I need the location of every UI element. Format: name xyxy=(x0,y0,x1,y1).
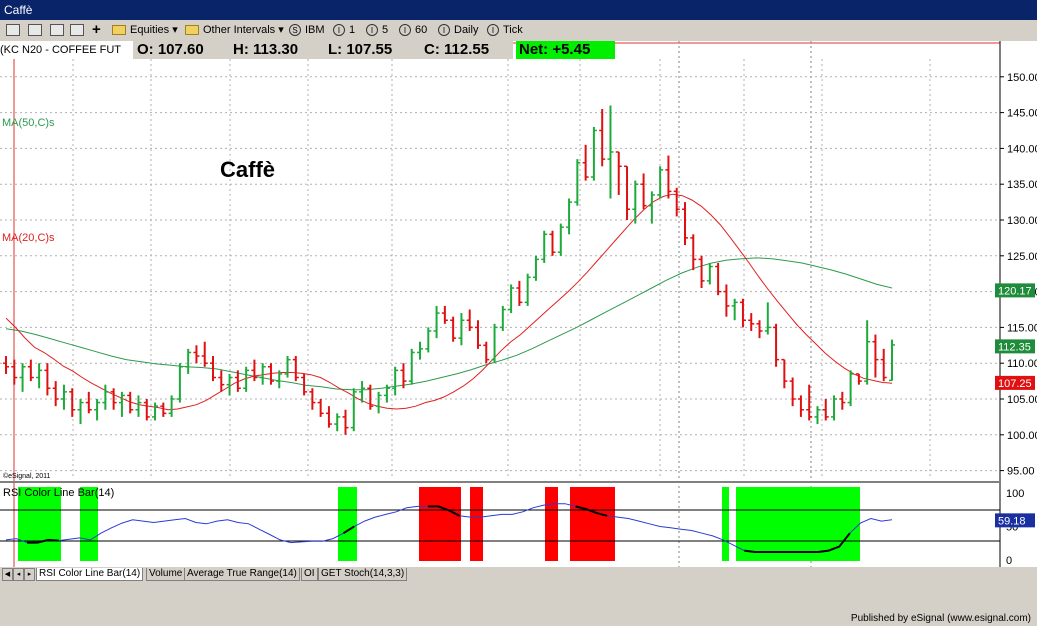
rsi-tick-label: 0 xyxy=(1006,555,1012,567)
tab-prev-button[interactable]: ◂ xyxy=(13,568,24,581)
folder-icon xyxy=(185,25,199,36)
interval-icon: I xyxy=(366,24,378,37)
add-icon[interactable]: + xyxy=(92,22,101,38)
price-tick-label: 110.00 xyxy=(1007,358,1037,370)
symbol-label: (KC N20 - COFFEE FUT xyxy=(0,41,133,59)
rsi-tick-label: 100 xyxy=(1006,488,1024,500)
price-tag-label: 120.17 xyxy=(998,285,1032,297)
price-tick-label: 105.00 xyxy=(1007,394,1037,406)
interval-icon: I xyxy=(333,24,345,37)
watermark-title: Caffè xyxy=(220,157,275,182)
new-chart-icon[interactable] xyxy=(28,22,42,38)
price-tick-label: 140.00 xyxy=(1007,143,1037,155)
rsi-tag-label: 59.18 xyxy=(998,515,1026,527)
tab-rsi[interactable]: RSI Color Line Bar(14) xyxy=(36,568,144,581)
rsi-color-block xyxy=(736,487,860,561)
status-text: Published by eSignal (www.esignal.com) xyxy=(850,613,1031,624)
rsi-color-block xyxy=(419,487,461,561)
folder-icon xyxy=(112,25,126,36)
price-tick-label: 115.00 xyxy=(1007,322,1037,334)
price-tick-label: 150.00 xyxy=(1007,72,1037,84)
toolbar: + Equities ▾ Other Intervals ▾ S IBM I1 I… xyxy=(0,20,1037,42)
equities-dropdown[interactable]: Equities ▾ xyxy=(112,22,178,38)
rsi-color-block xyxy=(470,487,483,561)
open-value: O: 107.60 xyxy=(137,41,204,58)
interval-5-button[interactable]: I5 xyxy=(366,22,388,38)
ma50-label: MA(50,C)s xyxy=(2,117,55,129)
window-title: Caffè xyxy=(4,3,33,17)
window-title-bar: Caffè xyxy=(0,0,1037,20)
price-tick-label: 95.00 xyxy=(1007,466,1035,478)
interval-1-button[interactable]: I1 xyxy=(333,22,355,38)
tab-first-button[interactable]: ◀ xyxy=(2,568,13,581)
page-icon[interactable] xyxy=(70,22,84,38)
chart-icon[interactable] xyxy=(6,22,20,38)
rsi-color-block xyxy=(722,487,729,561)
price-tick-label: 135.00 xyxy=(1007,179,1037,191)
price-chart[interactable]: 150.00 145.00 140.00 135.00 130.00 125.00 120.… xyxy=(0,41,1037,567)
close-value: C: 112.55 xyxy=(424,41,490,58)
rsi-color-block xyxy=(570,487,615,561)
price-tick-label: 145.00 xyxy=(1007,108,1037,120)
status-bar: Published by eSignal (www.esignal.com) xyxy=(0,612,1037,626)
price-tick-label: 100.00 xyxy=(1007,430,1037,442)
tab-average-true-range[interactable]: Average True Range(14) xyxy=(184,568,300,581)
high-value: H: 113.30 xyxy=(233,41,299,58)
other-intervals-dropdown[interactable]: Other Intervals ▾ xyxy=(185,22,284,38)
interval-60-button[interactable]: I 60 xyxy=(399,22,427,38)
study-tabs: ◀ ◂ ▸ RSI Color Line Bar(14) Volume Aver… xyxy=(0,567,1000,581)
interval-icon: I xyxy=(399,24,411,37)
rsi-label: RSI Color Line Bar(14) xyxy=(3,487,114,499)
symbol-icon: S xyxy=(289,24,301,37)
low-value: L: 107.55 xyxy=(328,41,393,58)
tab-volume[interactable]: Volume xyxy=(146,568,186,581)
rsi-color-block xyxy=(545,487,558,561)
interval-icon: I xyxy=(438,24,450,37)
interval-tick-button[interactable]: I Tick xyxy=(487,22,523,38)
interval-daily-button[interactable]: I Daily xyxy=(438,22,478,38)
price-tick-label: 125.00 xyxy=(1007,251,1037,263)
ma20-label: MA(20,C)s xyxy=(2,232,55,244)
tab-next-button[interactable]: ▸ xyxy=(24,568,35,581)
copy-icon[interactable] xyxy=(50,22,64,38)
interval-icon: I xyxy=(487,24,499,37)
copyright-label: ©eSignal, 2011 xyxy=(3,472,51,480)
tab-get-stoch[interactable]: GET Stoch(14,3,3) xyxy=(318,568,408,581)
net-change-value: Net: +5.45 xyxy=(516,41,615,59)
price-tag-label: 107.25 xyxy=(998,378,1032,390)
price-tick-label: 130.00 xyxy=(1007,215,1037,227)
rsi-color-block xyxy=(338,487,357,561)
symbol-button[interactable]: S IBM xyxy=(289,22,325,38)
price-tag-label: 112.35 xyxy=(998,341,1031,353)
tab-oi[interactable]: OI xyxy=(301,568,318,581)
